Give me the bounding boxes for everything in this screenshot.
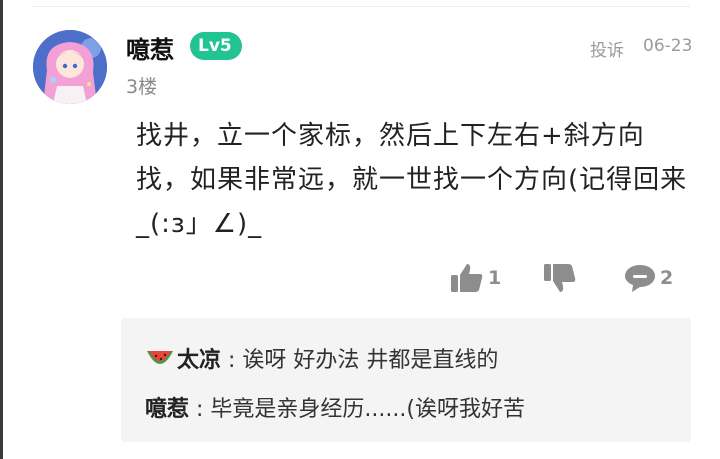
reply-author[interactable]: 太凉 xyxy=(177,348,221,373)
reply-count: 2 xyxy=(660,267,674,289)
avatar[interactable] xyxy=(33,30,107,104)
reply-text: 毕竟是亲身经历......(诶呀我好苦 xyxy=(210,397,525,422)
username[interactable]: 噫惹 xyxy=(126,30,174,65)
reply-item[interactable]: 噫惹 : 毕竟是亲身经历......(诶呀我好苦 xyxy=(145,391,525,423)
level-badge: Lv5 xyxy=(190,32,242,60)
floor-number: 3楼 xyxy=(126,76,158,98)
reply-text: 诶呀 好办法 井都是直线的 xyxy=(242,348,499,373)
reply-separator: : xyxy=(189,397,211,422)
reply-author[interactable]: 噫惹 xyxy=(145,397,189,422)
comment-body: 找井，立一个家标，然后上下左右+斜方向找，如果非常远，就一世找一个方向(记得回来… xyxy=(136,121,688,239)
reply-separator: : xyxy=(221,348,243,373)
dislike-button[interactable] xyxy=(543,260,577,296)
watermelon-icon xyxy=(147,351,173,364)
thumbs-up-icon xyxy=(451,264,483,292)
speech-bubble-icon xyxy=(625,265,655,292)
window-edge xyxy=(0,0,3,459)
thumbs-down-icon xyxy=(544,264,576,292)
report-link[interactable]: 投诉 xyxy=(590,36,624,61)
like-button[interactable]: 1 xyxy=(450,260,501,296)
reply-button[interactable]: 2 xyxy=(624,260,673,296)
divider xyxy=(32,6,690,7)
reply-item[interactable]: 太凉 : 诶呀 好办法 井都是直线的 xyxy=(145,342,498,374)
like-count: 1 xyxy=(488,267,502,289)
replies-panel[interactable]: 太凉 : 诶呀 好办法 井都是直线的 噫惹 : 毕竟是亲身经历......(诶呀… xyxy=(121,318,691,442)
comment-date: 06-23 xyxy=(643,36,693,56)
